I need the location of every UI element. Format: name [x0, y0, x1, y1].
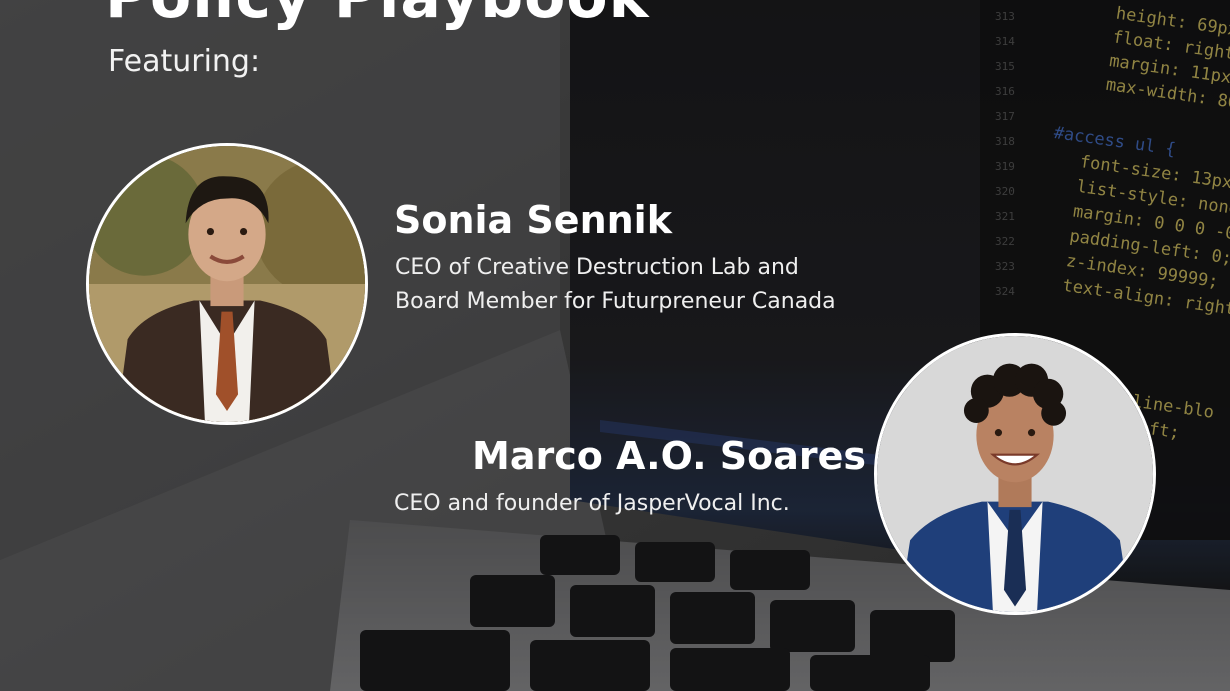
speaker-name-marco: Marco A.O. Soares: [472, 434, 866, 478]
speaker-photo-sonia: [86, 143, 368, 425]
speaker-name-sonia: Sonia Sennik: [394, 198, 672, 242]
speaker-role-sonia-line1: CEO of Creative Destruction Lab and: [395, 255, 799, 280]
poster-title: Policy Playbook: [105, 0, 649, 32]
speaker-photo-marco: [874, 333, 1156, 615]
speaker-role-sonia-line2: Board Member for Futurpreneur Canada: [395, 289, 836, 314]
speaker-role-marco: CEO and founder of JasperVocal Inc.: [394, 491, 790, 516]
featuring-label: Featuring:: [108, 44, 261, 79]
